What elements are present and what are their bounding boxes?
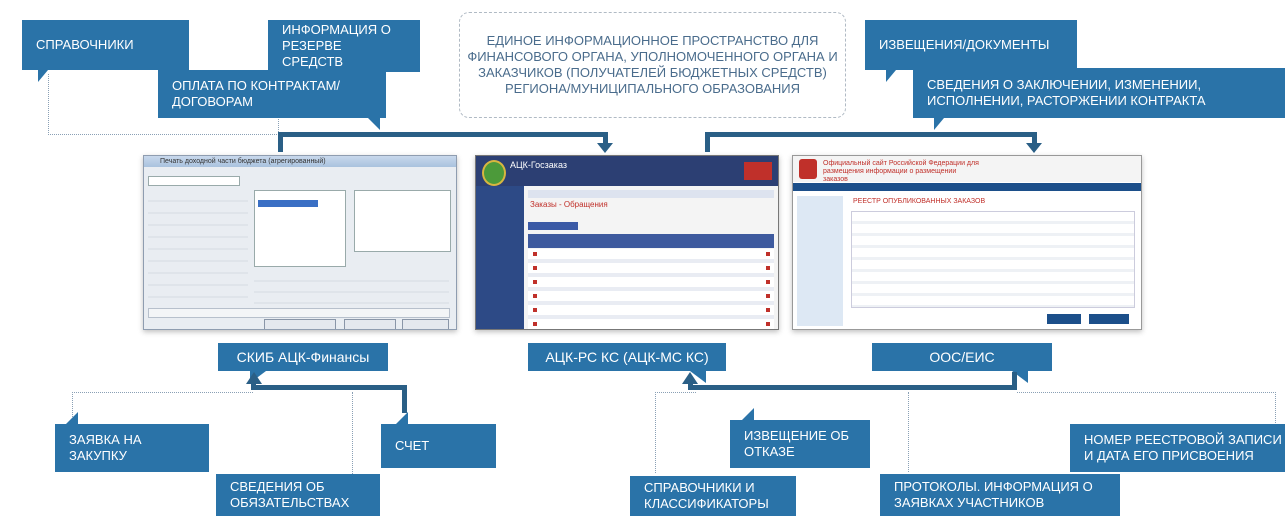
- connector-nomer: [1017, 392, 1276, 423]
- callout-sprav-klass-text: СПРАВОЧНИКИ И КЛАССИФИКАТОРЫ: [644, 480, 769, 511]
- system-label-left-text: СКИБ АЦК-Финансы: [236, 349, 370, 365]
- callout-protokoly: ПРОТОКОЛЫ. ИНФОРМАЦИЯ О ЗАЯВКАХ УЧАСТНИК…: [880, 474, 1120, 516]
- callout-zayavka-tail: [66, 412, 78, 424]
- screenshot-oos-eis: Официальный сайт Российской Федерации дл…: [792, 155, 1142, 330]
- arrow-top-right-head: [1026, 143, 1042, 153]
- callout-izvescheniya-text: ИЗВЕЩЕНИЯ/ДОКУМЕНТЫ: [879, 37, 1050, 52]
- arrow-bottom-mid-h: [690, 385, 1017, 390]
- connector-protokoly: [908, 392, 909, 472]
- system-label-middle-text: АЦК-РС КС (АЦК-МС КС): [545, 349, 709, 365]
- arrow-bottom-left-v: [251, 380, 256, 390]
- right-heading: РЕЕСТР ОПУБЛИКОВАННЫХ ЗАКАЗОВ: [853, 198, 986, 205]
- callout-zayavka: ЗАЯВКА НА ЗАКУПКУ: [55, 424, 209, 472]
- callout-svedeniya-kontrakt: СВЕДЕНИЯ О ЗАКЛЮЧЕНИИ, ИЗМЕНЕНИИ, ИСПОЛН…: [913, 68, 1285, 118]
- callout-schet: СЧЕТ: [381, 424, 496, 468]
- arrow-top-right-v: [705, 132, 710, 152]
- middle-heading: Заказы - Обращения: [530, 200, 608, 209]
- screenshot-acc-goszakaz: АЦК-Госзаказ Заказы - Обращения: [475, 155, 779, 330]
- middle-app-name: АЦК-Госзаказ: [510, 160, 567, 170]
- callout-nomer: НОМЕР РЕЕСТРОВОЙ ЗАПИСИ И ДАТА ЕГО ПРИСВ…: [1070, 424, 1285, 472]
- system-label-right: ООС/ЕИС: [872, 343, 1052, 371]
- callout-schet-tail: [396, 412, 408, 424]
- arrow-bottom-left-h: [253, 385, 406, 390]
- callout-izvescheniya-tail: [886, 70, 896, 82]
- callout-sprav-klass: СПРАВОЧНИКИ И КЛАССИФИКАТОРЫ: [630, 476, 796, 516]
- callout-spravochniki-text: СПРАВОЧНИКИ: [36, 37, 134, 52]
- system-label-middle: АЦК-РС КС (АЦК-МС КС): [528, 343, 726, 371]
- callout-otkaz: ИЗВЕЩЕНИЕ ОБ ОТКАЗЕ: [730, 420, 870, 468]
- screenshot-acc-finance: Печать доходной части бюджета (агрегиров…: [143, 155, 457, 330]
- callout-nomer-text: НОМЕР РЕЕСТРОВОЙ ЗАПИСИ И ДАТА ЕГО ПРИСВ…: [1084, 432, 1282, 463]
- callout-schet-text: СЧЕТ: [395, 438, 430, 453]
- left-window-title: Печать доходной части бюджета (агрегиров…: [160, 158, 326, 165]
- connector-zayavka: [72, 392, 253, 419]
- arrow-top-left-v: [278, 132, 283, 152]
- arrow-top-right-h: [705, 132, 1037, 137]
- callout-protokoly-text: ПРОТОКОЛЫ. ИНФОРМАЦИЯ О ЗАЯВКАХ УЧАСТНИК…: [894, 479, 1093, 510]
- callout-oplata-text: ОПЛАТА ПО КОНТРАКТАМ/ДОГОВОРАМ: [172, 78, 341, 109]
- system-label-left: СКИБ АЦК-Финансы: [218, 343, 388, 371]
- arrow-top-left-head: [597, 143, 613, 153]
- callout-spravochniki-tail: [38, 70, 48, 82]
- callout-svedeniya-kontrakt-text: СВЕДЕНИЯ О ЗАКЛЮЧЕНИИ, ИЗМЕНЕНИИ, ИСПОЛН…: [927, 77, 1206, 108]
- central-title: ЕДИНОЕ ИНФОРМАЦИОННОЕ ПРОСТРАНСТВО ДЛЯ Ф…: [467, 33, 838, 96]
- callout-zayavka-text: ЗАЯВКА НА ЗАКУПКУ: [69, 432, 142, 463]
- central-title-box: ЕДИНОЕ ИНФОРМАЦИОННОЕ ПРОСТРАНСТВО ДЛЯ Ф…: [459, 12, 846, 118]
- callout-svedeniya-obyaz: СВЕДЕНИЯ ОБ ОБЯЗАТЕЛЬСТВАХ: [216, 474, 380, 516]
- arrow-bottom-mid-v2: [1012, 372, 1017, 390]
- arrow-bottom-left-v2: [402, 385, 407, 413]
- arrow-top-left-h: [278, 132, 608, 137]
- callout-spravochniki: СПРАВОЧНИКИ: [22, 20, 189, 70]
- callout-izvescheniya: ИЗВЕЩЕНИЯ/ДОКУМЕНТЫ: [865, 20, 1077, 70]
- connector-sprav-klass: [655, 392, 696, 473]
- callout-rezerv: ИНФОРМАЦИЯ О РЕЗЕРВЕ СРЕДСТВ: [268, 20, 420, 72]
- right-site-name: Официальный сайт Российской Федерации дл…: [823, 160, 979, 183]
- connector-svedeniya-obyaz: [352, 392, 353, 480]
- system-label-right-text: ООС/ЕИС: [929, 349, 995, 365]
- callout-oplata-tail: [368, 118, 380, 130]
- callout-otkaz-tail: [742, 408, 754, 420]
- callout-rezerv-text: ИНФОРМАЦИЯ О РЕЗЕРВЕ СРЕДСТВ: [282, 22, 391, 69]
- callout-svedeniya-obyaz-text: СВЕДЕНИЯ ОБ ОБЯЗАТЕЛЬСТВАХ: [230, 479, 350, 510]
- callout-svedeniya-kontrakt-tail: [934, 118, 944, 130]
- arrow-bottom-mid-v: [688, 380, 693, 390]
- callout-oplata: ОПЛАТА ПО КОНТРАКТАМ/ДОГОВОРАМ: [158, 70, 386, 118]
- callout-otkaz-text: ИЗВЕЩЕНИЕ ОБ ОТКАЗЕ: [744, 428, 850, 459]
